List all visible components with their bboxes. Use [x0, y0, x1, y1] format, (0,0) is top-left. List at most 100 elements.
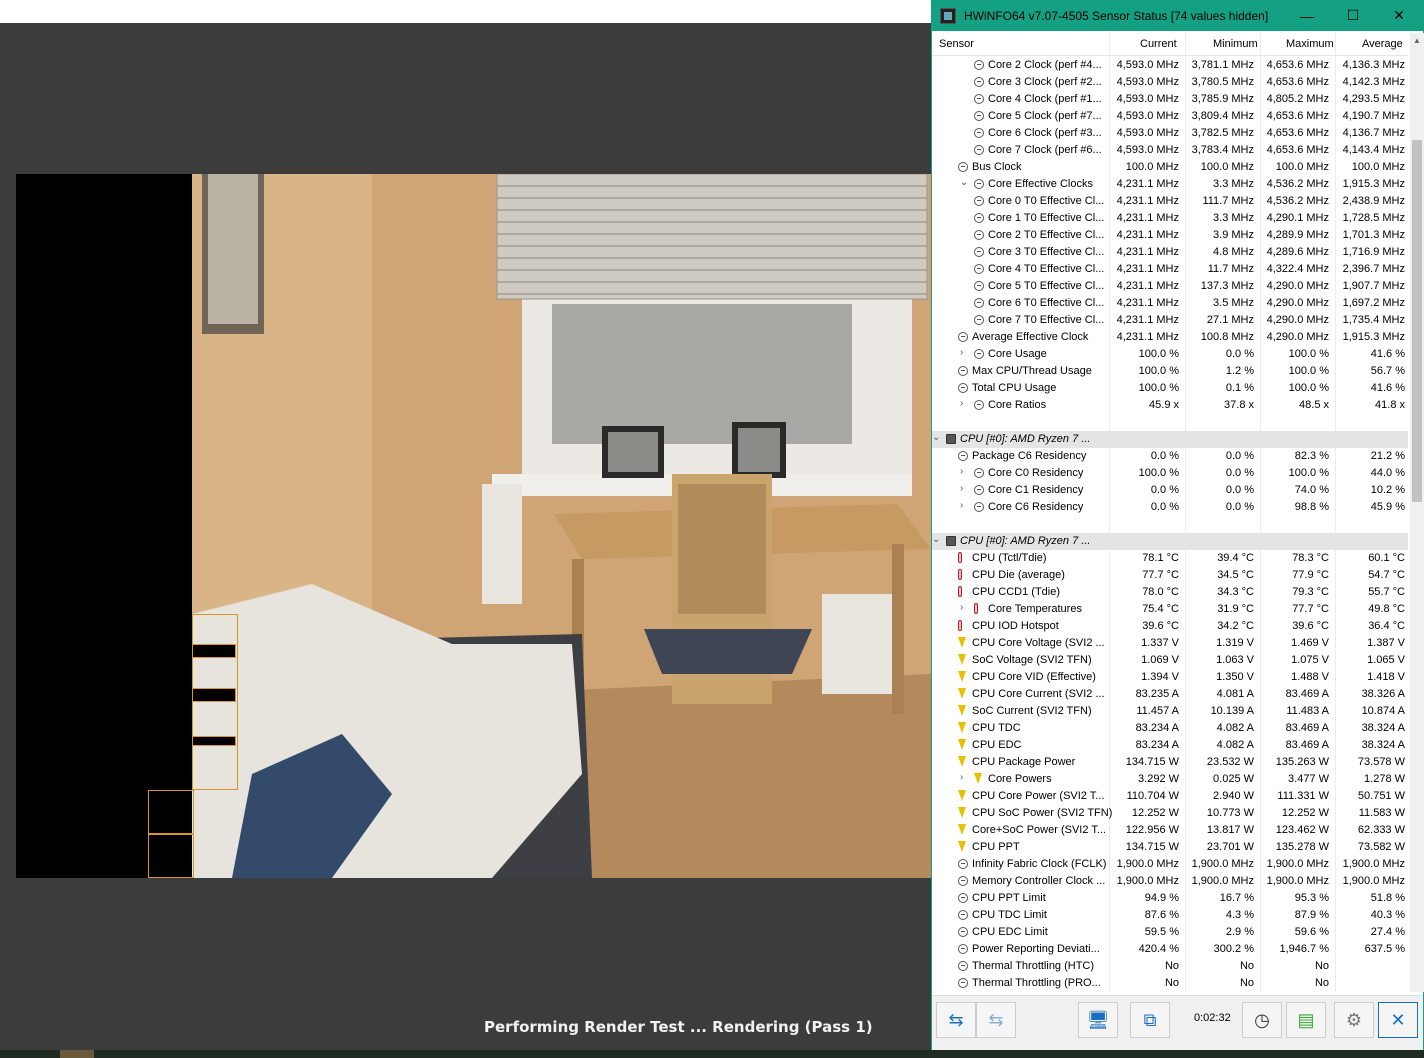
clock-icon[interactable]: ◷: [1242, 1002, 1282, 1038]
add-log-icon[interactable]: ▤: [1286, 1002, 1326, 1038]
sensor-row[interactable]: CPU Core VID (Effective) 1.394 V 1.350 V 1.…: [932, 669, 1408, 686]
sensor-row[interactable]: Memory Controller Clock ... 1,900.0 MHz 1,…: [932, 873, 1408, 890]
sensor-value-max: 100.0 %: [1288, 365, 1329, 377]
sensor-row[interactable]: Core 7 T0 Effective Cl... 4,231.1 MHz 27.1…: [932, 312, 1408, 329]
sensor-row[interactable]: [932, 516, 1408, 533]
sensor-list[interactable]: Core 2 Clock (perf #4... 4,593.0 MHz 3,781…: [932, 57, 1408, 992]
sensor-row[interactable]: Core 4 Clock (perf #1... 4,593.0 MHz 3,785…: [932, 91, 1408, 108]
scrollbar-thumb[interactable]: [1412, 140, 1422, 502]
sensor-row[interactable]: Core 2 T0 Effective Cl... 4,231.1 MHz 3.9 …: [932, 227, 1408, 244]
sensor-row[interactable]: CPU SoC Power (SVI2 TFN) 12.252 W 10.773 W…: [932, 805, 1408, 822]
lightning-icon: [974, 773, 982, 784]
sensor-row[interactable]: CPU Die (average) 77.7 °C 34.5 °C 77.9 °C 54…: [932, 567, 1408, 584]
close-x-icon[interactable]: ✕: [1378, 1002, 1418, 1038]
navigate-arrows-icon[interactable]: ⇆: [936, 1002, 976, 1038]
sensor-name: CPU TDC Limit: [972, 909, 1047, 921]
sensor-row[interactable]: Core 0 T0 Effective Cl... 4,231.1 MHz 111.…: [932, 193, 1408, 210]
sensor-row[interactable]: Core 6 Clock (perf #3... 4,593.0 MHz 3,782…: [932, 125, 1408, 142]
expand-toggle-icon[interactable]: ›: [960, 500, 963, 511]
sensor-row[interactable]: CPU Core Voltage (SVI2 ... 1.337 V 1.319 V…: [932, 635, 1408, 652]
sensor-row[interactable]: › Core C1 Residency 0.0 % 0.0 % 74.0 % 10.2 %: [932, 482, 1408, 499]
sensor-row[interactable]: Thermal Throttling (HTC) No No No: [932, 958, 1408, 975]
sensor-row[interactable]: CPU Core Current (SVI2 ... 83.235 A 4.081 …: [932, 686, 1408, 703]
sensor-row[interactable]: CPU IOD Hotspot 39.6 °C 34.2 °C 39.6 °C 36.4…: [932, 618, 1408, 635]
sensor-row[interactable]: Core 5 T0 Effective Cl... 4,231.1 MHz 137.…: [932, 278, 1408, 295]
expand-toggle-icon[interactable]: ›: [960, 602, 963, 613]
sensor-group-header[interactable]: ⌄ CPU [#0]: AMD Ryzen 7 ...: [932, 431, 1408, 448]
scroll-up-arrow-icon[interactable]: ▲: [1413, 36, 1421, 45]
sensor-row[interactable]: › Core Usage 100.0 % 0.0 % 100.0 % 41.6 %: [932, 346, 1408, 363]
minimize-button[interactable]: —: [1284, 0, 1330, 31]
sensor-row[interactable]: Infinity Fabric Clock (FCLK) 1,900.0 MHz 1…: [932, 856, 1408, 873]
sensor-row[interactable]: Core 3 Clock (perf #2... 4,593.0 MHz 3,780…: [932, 74, 1408, 91]
sensor-row[interactable]: ⌄ Core Effective Clocks 4,231.1 MHz 3.3 MHz…: [932, 176, 1408, 193]
sensor-row[interactable]: Core 7 Clock (perf #6... 4,593.0 MHz 3,783…: [932, 142, 1408, 159]
sensor-value-cur: 83.234 A: [1135, 739, 1179, 751]
sensor-value-min: 3.9 MHz: [1213, 229, 1254, 241]
sensor-row[interactable]: Average Effective Clock 4,231.1 MHz 100.8 …: [932, 329, 1408, 346]
sensor-row[interactable]: CPU CCD1 (Tdie) 78.0 °C 34.3 °C 79.3 °C 55.7…: [932, 584, 1408, 601]
sensor-row[interactable]: Core 5 Clock (perf #7... 4,593.0 MHz 3,809…: [932, 108, 1408, 125]
sensor-row[interactable]: CPU PPT Limit 94.9 % 16.7 % 95.3 % 51.8 %: [932, 890, 1408, 907]
sensor-row[interactable]: SoC Current (SVI2 TFN) 11.457 A 10.139 A 11…: [932, 703, 1408, 720]
sensor-row[interactable]: › Core Temperatures 75.4 °C 31.9 °C 77.7 °C 4…: [932, 601, 1408, 618]
sensor-value-cur: 4,231.1 MHz: [1116, 280, 1179, 292]
sensor-row[interactable]: Max CPU/Thread Usage 100.0 % 1.2 % 100.0 % 5…: [932, 363, 1408, 380]
column-current[interactable]: Current: [1140, 38, 1177, 50]
sensor-value-avg: 1,900.0 MHz: [1342, 875, 1405, 887]
sensor-row[interactable]: Bus Clock 100.0 MHz 100.0 MHz 100.0 MHz 100.…: [932, 159, 1408, 176]
maximize-button[interactable]: ☐: [1330, 0, 1376, 31]
expand-toggle-icon[interactable]: ›: [960, 466, 963, 477]
sensor-name: Core C0 Residency: [988, 467, 1084, 479]
monitor-icon[interactable]: 🖥: [1078, 1002, 1118, 1038]
sensor-value-cur: 1,900.0 MHz: [1116, 875, 1179, 887]
sensor-row[interactable]: CPU (Tctl/Tdie) 78.1 °C 39.4 °C 78.3 °C 60.1…: [932, 550, 1408, 567]
sensor-value-cur: 4,231.1 MHz: [1116, 297, 1179, 309]
expand-toggle-icon[interactable]: ›: [960, 347, 963, 358]
sensor-group-header[interactable]: ⌄ CPU [#0]: AMD Ryzen 7 ...: [932, 533, 1408, 550]
sensor-row[interactable]: Core 4 T0 Effective Cl... 4,231.1 MHz 11.7…: [932, 261, 1408, 278]
sensor-row[interactable]: Core 2 Clock (perf #4... 4,593.0 MHz 3,781…: [932, 57, 1408, 74]
column-average[interactable]: Average: [1362, 38, 1403, 50]
column-sensor[interactable]: Sensor: [939, 38, 974, 50]
sensor-row[interactable]: Total CPU Usage 100.0 % 0.1 % 100.0 % 41.6 %: [932, 380, 1408, 397]
sensor-circle-icon: [974, 213, 984, 223]
sensor-row[interactable]: Power Reporting Deviati... 420.4 % 300.2 %…: [932, 941, 1408, 958]
sensor-row[interactable]: CPU EDC 83.234 A 4.082 A 83.469 A 38.324 A: [932, 737, 1408, 754]
column-maximum[interactable]: Maximum: [1286, 38, 1334, 50]
expand-toggle-icon[interactable]: ⌄: [960, 177, 968, 188]
expand-toggle-icon[interactable]: ›: [960, 483, 963, 494]
sensor-name: Thermal Throttling (HTC): [972, 960, 1095, 972]
network-icon[interactable]: ⧉: [1130, 1002, 1170, 1038]
sensor-row[interactable]: › Core C0 Residency 100.0 % 0.0 % 100.0 % 44.…: [932, 465, 1408, 482]
sensor-name: Core Effective Clocks: [988, 178, 1093, 190]
settings-gear-icon[interactable]: ⚙: [1334, 1002, 1374, 1038]
expand-toggle-icon[interactable]: ›: [960, 772, 963, 783]
sensor-row[interactable]: CPU EDC Limit 59.5 % 2.9 % 59.6 % 27.4 %: [932, 924, 1408, 941]
sensor-row[interactable]: › Core Powers 3.292 W 0.025 W 3.477 W 1.278 W: [932, 771, 1408, 788]
expand-toggle-icon[interactable]: ⌄: [932, 534, 940, 545]
sensor-row[interactable]: Package C6 Residency 0.0 % 0.0 % 82.3 % 21.2…: [932, 448, 1408, 465]
sensor-row[interactable]: Core 3 T0 Effective Cl... 4,231.1 MHz 4.8 …: [932, 244, 1408, 261]
column-minimum[interactable]: Minimum: [1213, 38, 1258, 50]
sensor-row[interactable]: › Core C6 Residency 0.0 % 0.0 % 98.8 % 45.9 %: [932, 499, 1408, 516]
sensor-row[interactable]: [932, 414, 1408, 431]
sensor-row[interactable]: Core 1 T0 Effective Cl... 4,231.1 MHz 3.3 …: [932, 210, 1408, 227]
expand-toggle-icon[interactable]: ›: [960, 398, 963, 409]
render-viewport: [16, 174, 931, 878]
expand-toggle-icon[interactable]: ⌄: [932, 432, 940, 443]
sensor-row[interactable]: CPU PPT 134.715 W 23.701 W 135.278 W 73.582 …: [932, 839, 1408, 856]
sensor-row[interactable]: Thermal Throttling (PRO... No No No: [932, 975, 1408, 992]
hwinfo-titlebar[interactable]: HWiNFO64 v7.07-4505 Sensor Status [74 va…: [932, 0, 1423, 31]
close-button[interactable]: ✕: [1376, 0, 1422, 31]
sensor-row[interactable]: CPU TDC Limit 87.6 % 4.3 % 87.9 % 40.3 %: [932, 907, 1408, 924]
sensor-row[interactable]: CPU TDC 83.234 A 4.082 A 83.469 A 38.324 A: [932, 720, 1408, 737]
sensor-row[interactable]: CPU Core Power (SVI2 T... 110.704 W 2.940 …: [932, 788, 1408, 805]
sensor-row[interactable]: Core 6 T0 Effective Cl... 4,231.1 MHz 3.5 …: [932, 295, 1408, 312]
taskbar-active-app[interactable]: [60, 1050, 94, 1058]
sensor-row[interactable]: › Core Ratios 45.9 x 37.8 x 48.5 x 41.8 x: [932, 397, 1408, 414]
sensor-row[interactable]: CPU Package Power 134.715 W 23.532 W 135.26…: [932, 754, 1408, 771]
sensor-row[interactable]: SoC Voltage (SVI2 TFN) 1.069 V 1.063 V 1.07…: [932, 652, 1408, 669]
sensor-row[interactable]: Core+SoC Power (SVI2 T... 122.956 W 13.817…: [932, 822, 1408, 839]
navigate-arrows-disabled-icon[interactable]: ⇆: [976, 1002, 1016, 1038]
